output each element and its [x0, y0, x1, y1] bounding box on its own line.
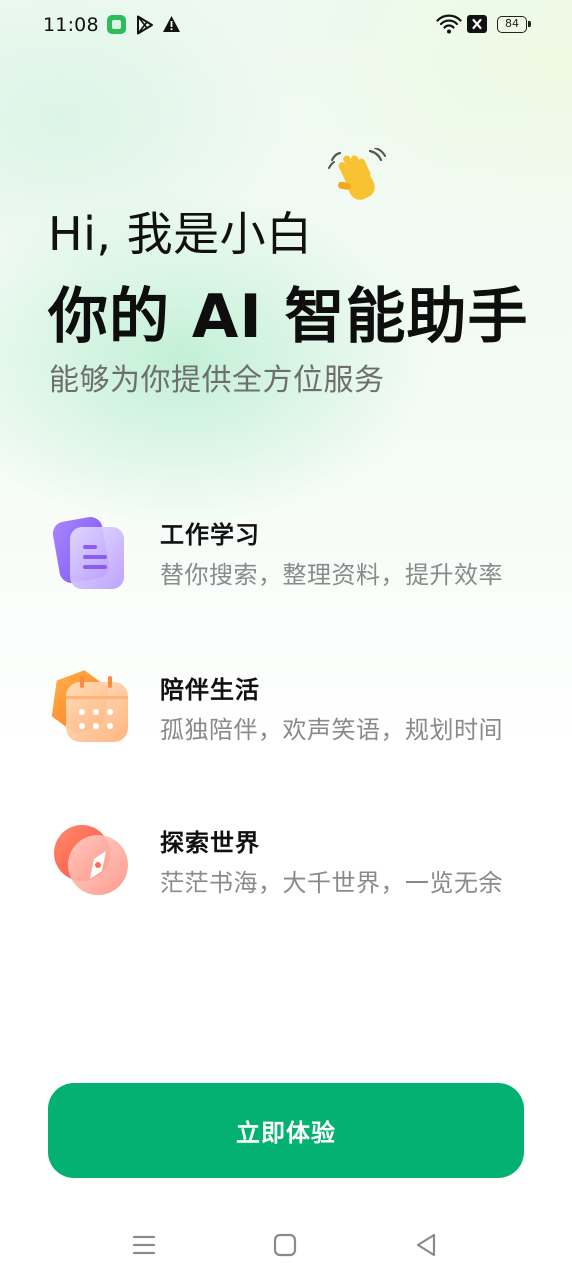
- feature-desc: 茫茫书海，大千世界，一览无余: [160, 869, 503, 897]
- calendar-icon: [51, 670, 128, 742]
- back-icon[interactable]: [413, 1232, 439, 1258]
- feature-life-companion: 陪伴生活 孤独陪伴，欢声笑语，规划时间: [50, 670, 530, 760]
- battery-level: 84: [505, 17, 519, 30]
- feature-desc: 孤独陪伴，欢声笑语，规划时间: [160, 716, 503, 744]
- menu-icon[interactable]: [131, 1232, 157, 1258]
- warning-icon: [163, 16, 180, 32]
- waving-hand-icon: [328, 148, 386, 200]
- feature-work-study: 工作学习 替你搜索，整理资料，提升效率: [50, 515, 530, 605]
- compass-icon: [54, 825, 128, 895]
- wifi-icon: [436, 14, 462, 34]
- hero-subtitle: 能够为你提供全方位服务: [49, 363, 385, 398]
- app-notification-icon: [107, 15, 126, 34]
- document-icon: [52, 517, 124, 589]
- hero-greeting: Hi, 我是小白: [48, 207, 313, 261]
- close-box-icon: [467, 15, 487, 33]
- battery-icon: 84: [497, 16, 531, 33]
- feature-explore-world: 探索世界 茫茫书海，大千世界，一览无余: [50, 823, 530, 913]
- status-time: 11:08: [43, 14, 99, 36]
- feature-title: 工作学习: [160, 521, 260, 549]
- try-now-button[interactable]: 立即体验: [48, 1083, 524, 1178]
- status-bar: 11:08 84: [0, 0, 572, 52]
- home-icon[interactable]: [272, 1232, 298, 1258]
- hero-title: 你的 AI 智能助手: [48, 282, 529, 352]
- play-store-icon: [137, 15, 153, 35]
- feature-title: 探索世界: [160, 829, 260, 857]
- feature-desc: 替你搜索，整理资料，提升效率: [160, 561, 503, 589]
- feature-title: 陪伴生活: [160, 676, 260, 704]
